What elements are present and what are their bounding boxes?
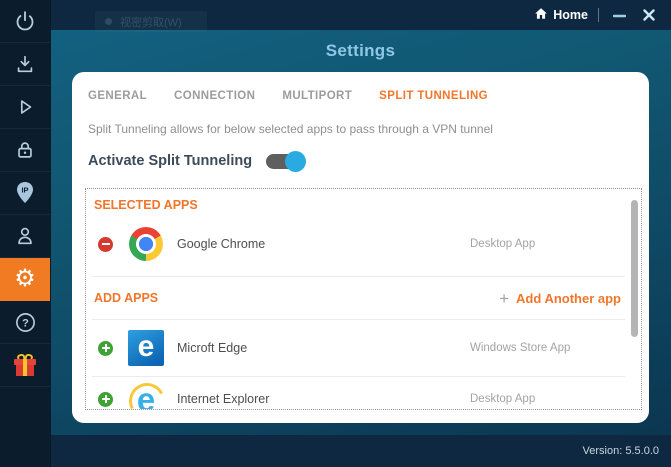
sidebar-item-lock[interactable]: [0, 129, 50, 172]
close-icon: [643, 9, 655, 21]
title-bar: Home: [50, 0, 671, 30]
sidebar: IP ⚙ ?: [0, 0, 51, 467]
apps-list-container: SELECTED APPS Google Chrome Desktop App …: [85, 188, 642, 410]
add-apps-heading: ADD APPS: [94, 291, 159, 305]
app-name: Internet Explorer: [177, 392, 270, 406]
minimize-button[interactable]: [609, 5, 629, 25]
app-type: Desktop App: [470, 393, 536, 405]
version-label: Version: 5.5.0.0: [582, 445, 659, 457]
status-bar: Version: 5.5.0.0: [50, 435, 671, 467]
app-type: Desktop App: [470, 238, 536, 250]
settings-card: GENERAL CONNECTION MULTIPORT SPLIT TUNNE…: [72, 72, 649, 423]
apps-scrollbar[interactable]: [631, 200, 638, 337]
gear-icon: ⚙: [14, 265, 36, 292]
main-area: Settings GENERAL CONNECTION MULTIPORT SP…: [50, 30, 671, 435]
remove-app-button[interactable]: [98, 236, 113, 252]
titlebar-divider: [598, 8, 599, 22]
sidebar-item-help[interactable]: ?: [0, 301, 50, 344]
chrome-logo-icon: [128, 227, 164, 261]
app-row-internet-explorer: e Internet Explorer Desktop App: [92, 377, 625, 409]
add-app-button[interactable]: [98, 391, 113, 407]
toggle-knob: [285, 150, 307, 172]
play-icon: [14, 96, 36, 118]
edge-logo-icon: e: [128, 330, 164, 366]
ip-pin-label: IP: [21, 186, 28, 195]
activate-label: Activate Split Tunneling: [88, 153, 253, 169]
ie-logo-icon: e: [124, 378, 170, 409]
tab-general[interactable]: GENERAL: [88, 90, 147, 102]
home-icon: [534, 7, 548, 23]
sidebar-item-play[interactable]: [0, 86, 50, 129]
lock-icon: [14, 139, 36, 161]
add-apps-header: ADD APPS + Add Another app: [92, 277, 625, 320]
app-type: Windows Store App: [470, 342, 571, 354]
app-row-google-chrome: Google Chrome Desktop App: [92, 212, 625, 277]
tab-connection[interactable]: CONNECTION: [174, 90, 255, 102]
tab-split-tunneling[interactable]: SPLIT TUNNELING: [379, 90, 488, 102]
download-icon: [14, 53, 36, 75]
sidebar-item-power[interactable]: [0, 0, 50, 43]
plus-icon: +: [499, 288, 510, 308]
home-button[interactable]: Home: [534, 7, 588, 23]
tab-multiport[interactable]: MULTIPORT: [282, 90, 352, 102]
sidebar-item-settings[interactable]: ⚙: [0, 258, 50, 301]
power-icon: [13, 9, 37, 33]
app-name: Google Chrome: [177, 237, 266, 251]
help-glyph: ?: [22, 317, 29, 329]
close-button[interactable]: [639, 5, 659, 25]
add-app-button[interactable]: [98, 340, 113, 356]
gift-icon: [14, 352, 36, 376]
page-title: Settings: [325, 41, 396, 60]
help-icon: ?: [14, 311, 37, 334]
activate-row: Activate Split Tunneling: [88, 150, 633, 172]
app-row-microsoft-edge: e Microft Edge Windows Store App: [92, 320, 625, 377]
sidebar-item-ip-location[interactable]: IP: [0, 172, 50, 215]
ip-pin-icon: IP: [13, 180, 37, 206]
home-label: Home: [553, 8, 588, 22]
sidebar-item-gift[interactable]: [0, 344, 50, 387]
add-another-app-button[interactable]: + Add Another app: [499, 290, 621, 307]
user-icon: [14, 225, 36, 247]
selected-apps-heading: SELECTED APPS: [94, 198, 198, 212]
sidebar-item-account[interactable]: [0, 215, 50, 258]
split-tunneling-toggle[interactable]: [266, 150, 307, 172]
app-name: Microft Edge: [177, 341, 248, 355]
app-window: IP ⚙ ? Home 视密剪取(W) Settings GENERAL CON…: [0, 0, 671, 467]
settings-tabs: GENERAL CONNECTION MULTIPORT SPLIT TUNNE…: [88, 90, 633, 102]
sidebar-item-download[interactable]: [0, 43, 50, 86]
minimize-icon: [612, 14, 626, 17]
split-tunneling-description: Split Tunneling allows for below selecte…: [88, 122, 493, 136]
add-another-app-label: Add Another app: [516, 290, 621, 306]
